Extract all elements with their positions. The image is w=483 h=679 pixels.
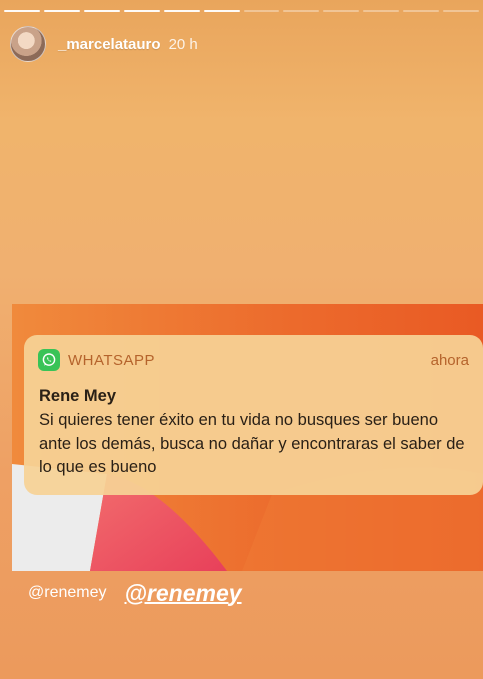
app-name: WHATSAPP xyxy=(68,351,156,369)
story-progress-bar xyxy=(4,10,480,12)
mention-stickers: @renemey @renemey xyxy=(28,578,242,608)
sender-name: Rene Mey xyxy=(39,387,117,405)
notification-time: ahora xyxy=(430,351,469,369)
post-time: 20 h xyxy=(168,35,198,53)
whatsapp-icon xyxy=(38,349,60,371)
progress-segment xyxy=(403,10,440,12)
notification-header: WHATSAPP ahora xyxy=(38,349,469,371)
progress-segment xyxy=(283,10,320,12)
progress-segment xyxy=(323,10,360,12)
progress-segment xyxy=(4,10,40,12)
progress-segment xyxy=(443,10,480,12)
mention-tag-plain[interactable]: @renemey xyxy=(28,584,107,602)
progress-segment xyxy=(243,10,280,12)
progress-segment xyxy=(203,10,240,12)
mention-sticker[interactable]: @renemey xyxy=(125,580,242,607)
progress-segment xyxy=(163,10,200,12)
message-text: Si quieres tener éxito en tu vida no bus… xyxy=(39,411,465,476)
whatsapp-notification[interactable]: WHATSAPP ahora Rene Mey Si quieres tener… xyxy=(24,335,483,495)
story-header: _marcelatauro 20 h xyxy=(10,22,473,66)
username[interactable]: _marcelatauro xyxy=(58,36,161,53)
avatar[interactable] xyxy=(10,26,46,62)
progress-segment xyxy=(123,10,160,12)
progress-segment xyxy=(83,10,120,12)
progress-segment xyxy=(43,10,80,12)
progress-segment xyxy=(363,10,400,12)
